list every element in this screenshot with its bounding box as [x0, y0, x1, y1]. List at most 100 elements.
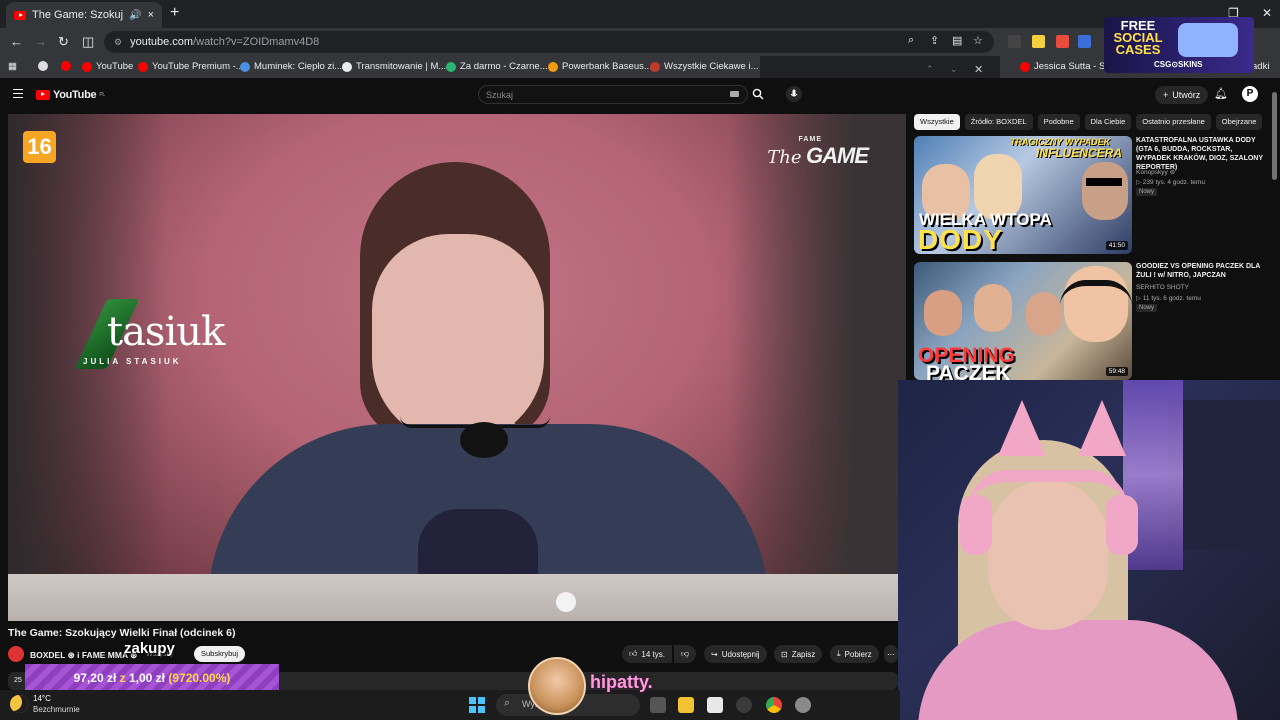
search-icon: ⌕ — [504, 697, 511, 709]
more-actions-button[interactable]: ⋯ — [884, 645, 898, 663]
store-icon[interactable] — [707, 697, 723, 713]
headphones-icon — [968, 470, 1128, 510]
subscribe-button[interactable]: Subskrybuj — [194, 646, 246, 662]
participant-logo: tasiuk JULIA STASIUK — [74, 299, 225, 369]
install-icon[interactable]: ⇪ — [930, 34, 939, 47]
recommended-meta: ▷ 239 tys. 4 godz. temu — [1136, 179, 1205, 186]
reader-icon[interactable]: ▤ — [952, 34, 962, 47]
voice-search-mic-icon[interactable] — [786, 86, 802, 102]
browser-tab-youtube[interactable]: The Game: Szokujący Wielki 🔊 × — [6, 2, 162, 28]
apps-grid-icon[interactable]: ▦ — [8, 61, 17, 72]
download-icon: ⤓ — [837, 649, 841, 658]
extension-icon[interactable] — [1056, 35, 1069, 48]
recommended-video[interactable]: OPENING PACZEK 59:48 GOODIEZ VS OPENING … — [914, 262, 1264, 380]
cursor-dot — [556, 592, 576, 612]
channel-name[interactable]: BOXDEL ⊛ i FAME MMA ⊛ — [30, 650, 137, 661]
task-view-icon[interactable] — [650, 697, 666, 713]
app-icon[interactable] — [736, 697, 752, 713]
recommended-channel[interactable]: Konopskyy ⊛ — [1136, 168, 1175, 176]
weather-description: Bezchmurnie — [33, 705, 80, 714]
bookmark-item[interactable]: Wszystkie Ciekawe i... — [650, 61, 759, 72]
bookmark-item[interactable]: Muminek: Ciepło zi... — [240, 61, 342, 72]
bookmark-item[interactable] — [61, 61, 71, 71]
recommended-title[interactable]: GOODIEZ VS OPENING PACZEK DLA ŻULI ! w/ … — [1136, 262, 1266, 280]
moon-weather-icon[interactable] — [10, 695, 28, 713]
new-badge: Nowy — [1136, 188, 1158, 196]
bookmark-item[interactable]: YouTube Premium -... — [138, 61, 244, 72]
browser-tab-strip: The Game: Szokujący Wielki 🔊 × + ✕ ❐ — [0, 0, 1280, 28]
bookmark-star-icon[interactable]: ☆ — [973, 34, 983, 47]
video-thumbnail[interactable]: TRAGICZNY WYPADEK INFLUENCERA WIELKA WTO… — [914, 136, 1132, 254]
bookmark-item[interactable]: Powerbank Baseus... — [548, 61, 652, 72]
video-player[interactable]: 16 FAME The GAME tasiuk JULIA STASIUK — [8, 114, 906, 621]
chrome-icon[interactable] — [766, 697, 782, 713]
download-button[interactable]: ⤓ Pobierz — [830, 645, 879, 663]
loot-chest-icon — [1178, 23, 1238, 57]
chip-all[interactable]: Wszystkie — [914, 114, 960, 130]
recommended-channel[interactable]: SERHITO SHOTY — [1136, 284, 1189, 291]
zoom-icon[interactable]: ⌕ — [908, 34, 914, 47]
scrollbar[interactable] — [1272, 92, 1277, 180]
chip-similar[interactable]: Podobne — [1037, 114, 1080, 130]
bookmark-item[interactable]: adki — [1252, 61, 1269, 72]
notifications-bell-icon[interactable]: 🔔︎ — [1214, 87, 1228, 100]
purchase-alert: 97,20 zł z 1,00 zł (9720.00%) — [25, 664, 279, 692]
find-close-icon[interactable]: ✕ — [974, 63, 983, 76]
keyboard-icon[interactable] — [730, 91, 739, 97]
chip-recent[interactable]: Ostatnio przesłane — [1136, 114, 1211, 130]
share-button[interactable]: ↪ Udostępnij — [704, 645, 767, 663]
recommended-meta: ▷ 11 tys. 6 godz. temu — [1136, 295, 1201, 302]
account-avatar[interactable]: P — [1242, 86, 1258, 102]
speaker-icon[interactable]: 🔊 — [129, 10, 141, 21]
cat-ear-icon — [1078, 400, 1126, 456]
youtube-header: YouTube PL Szukaj + Utwórz 🔔︎ — [0, 78, 1280, 114]
search-icon[interactable] — [752, 88, 764, 100]
extension-icon[interactable] — [1008, 35, 1021, 48]
like-button[interactable]: 👍︎ 14 tys. — [622, 645, 672, 663]
new-badge: Nowy — [1136, 304, 1158, 312]
recommended-video[interactable]: TRAGICZNY WYPADEK INFLUENCERA WIELKA WTO… — [914, 136, 1264, 254]
windows-start-icon[interactable] — [469, 697, 485, 713]
share-icon: ↪ — [711, 649, 718, 659]
side-panel-icon[interactable]: ◫ — [82, 34, 94, 50]
recommended-title[interactable]: KATASTROFALNA USTAWKA DODY (GTA 6, BUDDA… — [1136, 136, 1266, 172]
chip-watched[interactable]: Obejrzane — [1215, 114, 1263, 130]
bookmark-item[interactable]: YouTube — [82, 61, 133, 72]
tab-close-icon[interactable]: × — [148, 9, 154, 21]
save-button[interactable]: ⊡ Zapisz — [774, 645, 823, 663]
duration-badge: 41:50 — [1105, 241, 1128, 250]
streamer-avatar — [528, 657, 586, 715]
video-thumbnail[interactable]: OPENING PACZEK 59:48 — [914, 262, 1132, 380]
new-tab-button[interactable]: + — [170, 4, 179, 22]
extension-icon[interactable] — [1032, 35, 1045, 48]
address-bar[interactable]: ⚙ youtube.com/watch?v=ZOIDmamv4D8 — [104, 31, 994, 53]
purchase-label: zakupy — [124, 640, 175, 657]
bookmark-item[interactable] — [38, 61, 48, 71]
thumbs-up-icon: 👍︎ — [629, 649, 638, 658]
search-input[interactable]: Szukaj — [478, 85, 748, 104]
dislike-button[interactable]: 👎︎ — [674, 645, 697, 663]
back-icon[interactable]: ← — [10, 34, 23, 49]
reload-icon[interactable]: ↻ — [58, 34, 69, 50]
browser-toolbar: ← → ↻ ◫ ⚙ youtube.com/watch?v=ZOIDmamv4D… — [0, 28, 1280, 56]
create-button[interactable]: + Utwórz — [1155, 86, 1209, 104]
menu-icon[interactable] — [13, 89, 23, 98]
extension-icon[interactable] — [1078, 35, 1091, 48]
show-logo: FAME The GAME — [767, 136, 869, 168]
cat-ear-icon — [998, 400, 1046, 456]
bookmark-item[interactable]: Transmitowanie | M... — [342, 61, 446, 72]
file-explorer-icon[interactable] — [678, 697, 694, 713]
channel-avatar[interactable] — [8, 646, 24, 662]
settings-gear-icon[interactable] — [795, 697, 811, 713]
window-close-icon[interactable]: ✕ — [1262, 6, 1272, 20]
youtube-logo[interactable]: YouTube PL — [36, 89, 105, 101]
chip-for-you[interactable]: Dla Ciebie — [1084, 114, 1132, 130]
chip-source[interactable]: Źródło: BOXDEL — [964, 114, 1033, 130]
forward-icon[interactable]: → — [34, 34, 47, 49]
site-info-icon[interactable]: ⚙ — [114, 37, 122, 48]
bookmark-item[interactable]: Za darmo - Czarne... — [446, 61, 548, 72]
find-next-icon[interactable]: ⌄ — [950, 64, 958, 75]
youtube-favicon-icon — [14, 10, 26, 20]
windows-taskbar: 14°C Bezchmurnie ⌕ Wysz — [0, 690, 900, 720]
find-prev-icon[interactable]: ⌃ — [926, 64, 934, 75]
